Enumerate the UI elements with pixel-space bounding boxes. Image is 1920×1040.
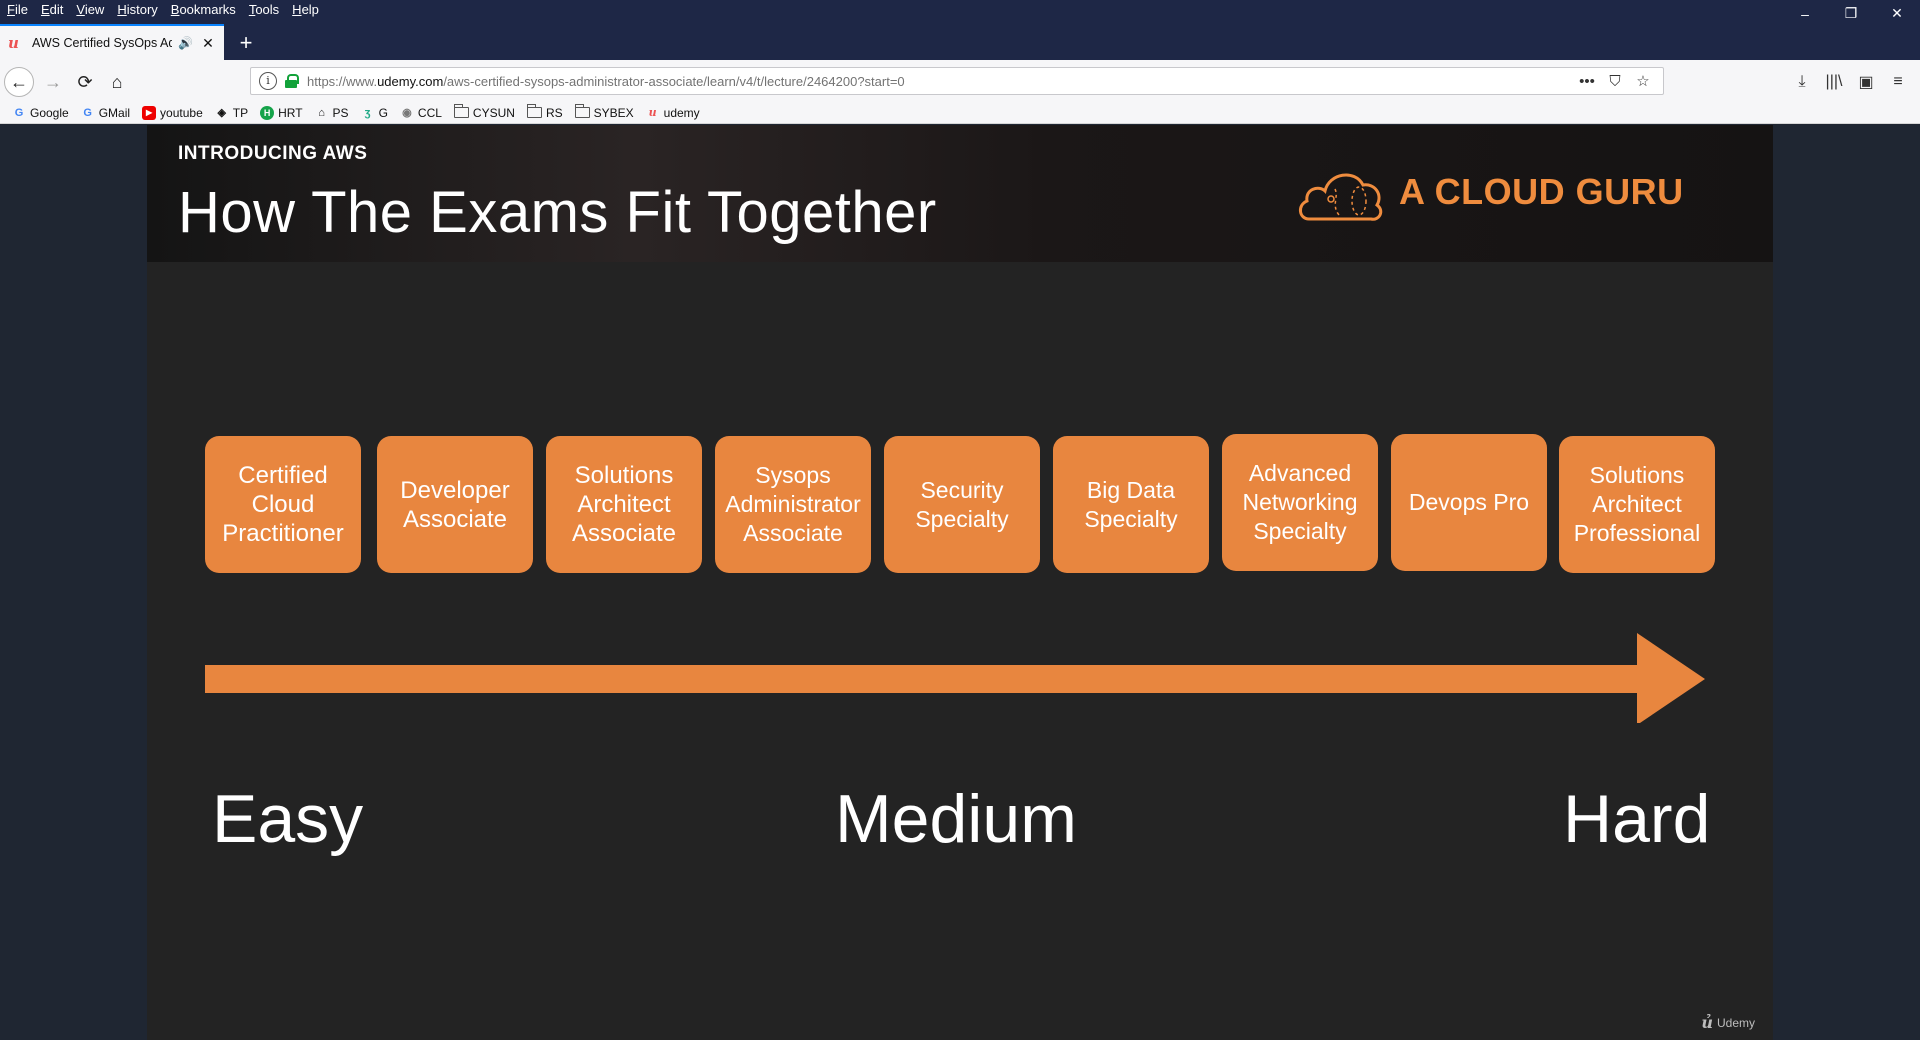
- ps-icon: ⌂: [318, 106, 325, 119]
- menu-bookmarks[interactable]: Bookmarks: [164, 0, 242, 20]
- library-icon[interactable]: |||\: [1818, 67, 1850, 97]
- exam-box-cloud-practitioner: Certified Cloud Practitioner: [205, 436, 361, 573]
- bookmark-folder-cysun[interactable]: CYSUN: [453, 104, 515, 120]
- url-bar[interactable]: i https://www.udemy.com/aws-certified-sy…: [250, 67, 1664, 95]
- bookmark-hrt[interactable]: H HRT: [260, 105, 303, 120]
- exam-box-security-specialty: Security Specialty: [884, 436, 1040, 573]
- menu-history[interactable]: History: [110, 0, 163, 20]
- menu-bar: File Edit View History Bookmarks Tools H…: [0, 0, 1920, 20]
- cloud-logo-icon: [1299, 173, 1383, 221]
- bookmark-label: CYSUN: [472, 105, 515, 120]
- bookmark-label: Google: [30, 105, 69, 120]
- exam-box-solutions-architect-professional: Solutions Architect Professional: [1559, 436, 1715, 573]
- menu-file[interactable]: File: [0, 0, 34, 20]
- folder-icon: [526, 104, 542, 118]
- exam-box-devops-pro: Devops Pro: [1391, 434, 1547, 571]
- exam-box-advanced-networking-specialty: Advanced Networking Specialty: [1222, 434, 1378, 571]
- bookmark-udemy[interactable]: u udemy: [646, 106, 700, 120]
- difficulty-hard: Hard: [1563, 781, 1711, 857]
- g-icon: ʒ: [364, 106, 371, 119]
- bookmark-label: RS: [545, 105, 563, 120]
- bookmarks-bar: G Google G GMail ▶ youtube ◈ TP H HRT ⌂ PS ʒ G …: [0, 102, 1920, 124]
- url-text[interactable]: https://www.udemy.com/aws-certified-syso…: [307, 74, 1573, 89]
- url-prefix: https://www.: [307, 73, 378, 89]
- bookmark-tp[interactable]: ◈ TP: [215, 105, 249, 120]
- google-icon: G: [83, 106, 92, 119]
- difficulty-arrow-icon: [205, 633, 1705, 723]
- menu-help[interactable]: Help: [285, 0, 325, 20]
- exam-box-sysops-administrator-associate: Sysops Administrator Associate: [715, 436, 871, 573]
- speaker-icon[interactable]: 🔊: [178, 36, 194, 50]
- new-tab-button[interactable]: +: [232, 30, 260, 58]
- lock-icon: [285, 74, 299, 88]
- tab-strip: u AWS Certified SysOps Admi 🔊 ✕ +: [0, 20, 1920, 60]
- bookmark-google[interactable]: G Google: [12, 106, 69, 120]
- back-button[interactable]: ←: [4, 67, 34, 97]
- tp-icon: ◈: [217, 106, 226, 119]
- bookmark-folder-sybex[interactable]: SYBEX: [574, 104, 634, 120]
- pocket-icon[interactable]: ⛉: [1601, 73, 1629, 90]
- tab-title: AWS Certified SysOps Admi: [32, 36, 172, 50]
- folder-icon: [453, 104, 469, 118]
- exam-box-developer-associate: Developer Associate: [377, 436, 533, 573]
- bookmark-star-icon[interactable]: ☆: [1629, 72, 1657, 90]
- menu-edit[interactable]: Edit: [34, 0, 69, 20]
- bookmark-label: CCL: [417, 105, 442, 120]
- brand-logo: A CLOUD GURU: [1295, 159, 1684, 225]
- close-tab-icon[interactable]: ✕: [200, 35, 216, 52]
- difficulty-medium: Medium: [835, 781, 1077, 857]
- brand-name: A CLOUD GURU: [1399, 171, 1684, 212]
- slide-title: How The Exams Fit Together: [178, 180, 937, 245]
- reload-button[interactable]: ⟳: [70, 67, 100, 97]
- menu-tools[interactable]: Tools: [242, 0, 285, 20]
- home-button[interactable]: ⌂: [102, 67, 132, 97]
- video-player-area[interactable]: INTRODUCING AWS How The Exams Fit Togeth…: [0, 125, 1920, 1040]
- bookmark-label: udemy: [663, 105, 700, 120]
- bookmark-ps[interactable]: ⌂ PS: [315, 105, 349, 120]
- exam-box-solutions-architect-associate: Solutions Architect Associate: [546, 436, 702, 573]
- hrt-icon: H: [260, 105, 275, 120]
- ccl-icon: ◉: [402, 106, 412, 119]
- udemy-icon: u: [648, 105, 657, 119]
- lecture-slide: INTRODUCING AWS How The Exams Fit Togeth…: [147, 125, 1773, 1040]
- info-icon[interactable]: i: [259, 72, 277, 90]
- url-host: udemy.com: [377, 73, 444, 89]
- toolbar-right: ⤓ |||\ ▣ ≡: [1786, 67, 1914, 97]
- exam-box-big-data-specialty: Big Data Specialty: [1053, 436, 1209, 573]
- bookmark-youtube[interactable]: ▶ youtube: [142, 105, 203, 120]
- bookmark-label: G: [378, 105, 388, 120]
- bookmark-label: TP: [232, 105, 249, 120]
- slide-kicker: INTRODUCING AWS: [178, 143, 368, 164]
- bookmark-g[interactable]: ʒG: [361, 106, 388, 120]
- bookmark-ccl[interactable]: ◉ CCL: [400, 106, 442, 120]
- bookmark-folder-rs[interactable]: RS: [526, 104, 563, 120]
- bookmark-gmail[interactable]: G GMail: [81, 106, 130, 120]
- bookmark-label: youtube: [160, 105, 203, 120]
- folder-icon: [574, 104, 590, 118]
- page-actions-icon[interactable]: •••: [1573, 73, 1601, 90]
- bookmark-label: PS: [332, 105, 349, 120]
- bookmark-label: HRT: [278, 105, 303, 120]
- bookmark-label: SYBEX: [593, 105, 634, 120]
- forward-button[interactable]: →: [38, 67, 68, 97]
- udemy-favicon-icon: u: [8, 34, 19, 52]
- url-actions: ••• ⛉ ☆: [1573, 72, 1657, 91]
- youtube-icon: ▶: [142, 105, 157, 120]
- hamburger-menu-icon[interactable]: ≡: [1882, 67, 1914, 97]
- menu-view[interactable]: View: [69, 0, 110, 20]
- difficulty-easy: Easy: [212, 781, 364, 857]
- navigation-toolbar: ← → ⟳ ⌂ i https://www.udemy.com/aws-cert…: [0, 60, 1920, 102]
- downloads-icon[interactable]: ⤓: [1786, 67, 1818, 97]
- google-icon: G: [14, 106, 24, 119]
- tab-udemy[interactable]: u AWS Certified SysOps Admi 🔊 ✕: [0, 24, 224, 60]
- sidebar-icon[interactable]: ▣: [1850, 67, 1882, 97]
- udemy-logo-icon: ủ: [1701, 1013, 1713, 1032]
- bookmark-label: GMail: [98, 105, 131, 120]
- udemy-watermark: ủ Udemy: [1701, 1013, 1755, 1032]
- url-path: /aws-certified-sysops-administrator-asso…: [443, 73, 905, 89]
- watermark-text: Udemy: [1716, 1015, 1755, 1030]
